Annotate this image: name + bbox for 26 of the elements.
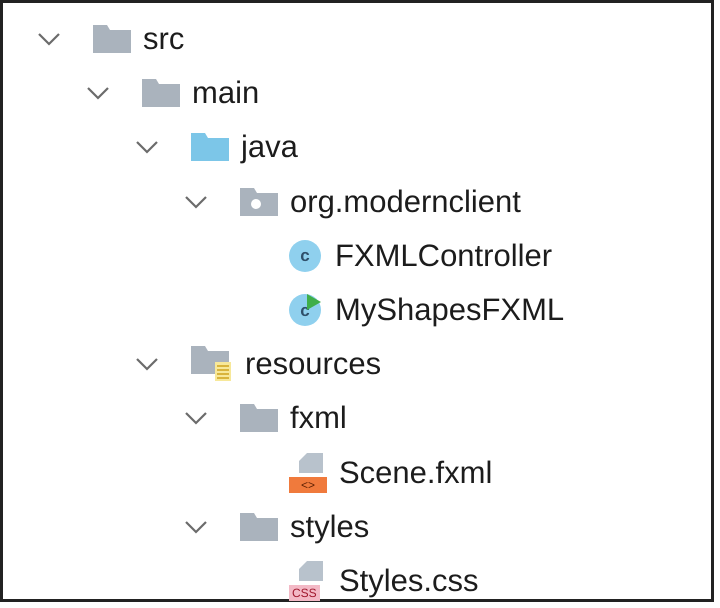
folder-icon: [240, 512, 278, 541]
chevron-icon[interactable]: [135, 140, 159, 154]
chevron-icon[interactable]: [37, 32, 61, 46]
chevron-icon[interactable]: [184, 411, 208, 426]
tree-item-label[interactable]: fxml: [290, 400, 347, 436]
tree-item-label[interactable]: src: [143, 21, 184, 58]
folder-icon: [240, 404, 278, 432]
tree-item-label[interactable]: FXMLController: [335, 238, 552, 274]
tree-item-label[interactable]: Styles.css: [339, 562, 479, 599]
folder-icon: [191, 133, 229, 162]
class-icon: c: [289, 240, 321, 272]
tree-item-label[interactable]: MyShapesFXML: [335, 292, 564, 328]
folder-icon: [142, 79, 180, 108]
chevron-icon[interactable]: [86, 86, 110, 100]
tree-item-label[interactable]: Scene.fxml: [339, 454, 492, 491]
resources-folder-icon: [191, 346, 233, 382]
chevron-icon[interactable]: [184, 520, 208, 534]
chevron-icon[interactable]: [184, 194, 208, 209]
folder-icon: [93, 25, 131, 54]
tree-item-label[interactable]: main: [192, 75, 260, 112]
tree-item-label[interactable]: java: [241, 129, 298, 166]
tree-item-label[interactable]: resources: [245, 346, 382, 382]
tree-item-label[interactable]: styles: [290, 508, 370, 545]
tree-item-label[interactable]: org.modernclient: [290, 184, 521, 220]
chevron-icon[interactable]: [135, 357, 159, 372]
package-folder-icon: [240, 188, 278, 216]
